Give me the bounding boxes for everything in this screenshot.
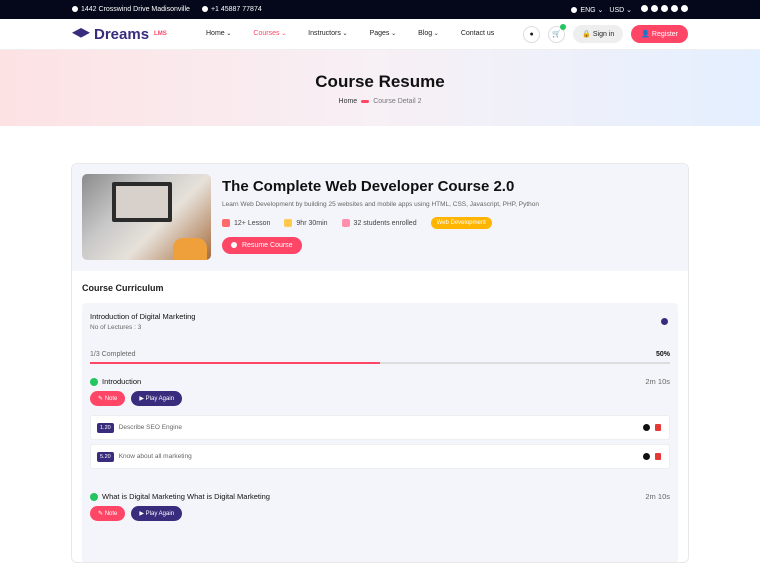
sub-lesson-title: Know about all marketing [118,453,192,460]
course-card: The Complete Web Developer Course 2.0 Le… [71,163,689,563]
users-icon [341,219,350,227]
page-header: Course Resume Home Course Detail 2 [0,50,760,126]
lesson-time: 2m 10s [645,377,670,386]
nav-instructors[interactable]: Instructors [308,30,347,37]
sub-lesson[interactable]: 5.20 Know about all marketing [90,444,670,469]
nav-pages[interactable]: Pages [370,30,397,37]
play-again-button[interactable]: ▶ Play Again [131,506,183,521]
nav-blog[interactable]: Blog [418,30,439,37]
clock-icon [284,219,293,227]
phone: +1 45887 77874 [201,6,262,13]
course-image [82,174,211,260]
course-description: Learn Web Development by building 25 web… [222,201,539,208]
lesson-count: 12+ Lesson [222,219,270,227]
signin-button[interactable]: 🔒 Sign in [573,25,624,43]
lesson-name[interactable]: What is Digital Marketing What is Digita… [102,492,270,501]
logo[interactable]: Dreams LMS [72,26,167,43]
view-icon[interactable] [643,453,650,460]
page-title: Course Resume [315,72,445,91]
lesson-item: Introduction 2m 10s ✎ Note ▶ Play Again … [90,377,670,469]
collapse-icon[interactable] [661,318,668,325]
nav-courses[interactable]: Courses [253,30,286,37]
flag-icon [571,6,578,13]
address: 1442 Crosswind Drive Madisonville [72,6,190,13]
trash-icon[interactable] [655,453,661,460]
breadcrumb-current: Course Detail 2 [373,98,422,105]
sub-lesson[interactable]: 1.20 Describe SEO Engine [90,415,670,440]
play-again-button[interactable]: ▶ Play Again [131,391,183,406]
lesson-item: What is Digital Marketing What is Digita… [90,492,670,521]
graduation-cap-icon [72,28,90,38]
language-select[interactable]: ENG ⌄ [571,6,603,14]
students-enrolled: 32 students enrolled [341,219,417,227]
youtube-icon[interactable] [671,5,678,12]
note-button[interactable]: ✎ Note [90,506,126,521]
note-button[interactable]: ✎ Note [90,391,126,406]
course-duration: 9hr 30min [284,219,328,227]
cart-badge [560,23,567,30]
currency-select[interactable]: USD ⌄ [609,6,632,14]
sub-lesson-number: 1.20 [97,422,114,433]
theme-toggle-button[interactable]: ● [523,25,541,43]
course-title: The Complete Web Developer Course 2.0 [222,178,515,195]
view-icon[interactable] [643,424,650,431]
play-circle-icon [90,377,98,386]
trash-icon[interactable] [655,424,661,431]
progress-bar [90,362,670,364]
play-circle-icon [90,492,98,501]
category-tag[interactable]: Web Development [430,217,492,229]
nav-home[interactable]: Home [206,30,231,37]
cart-button[interactable]: 🛒 [548,23,567,43]
play-icon [231,242,237,249]
lesson-time: 2m 10s [645,492,670,501]
instagram-icon[interactable] [651,5,658,12]
cart-icon: 🛒 [552,31,562,38]
register-button[interactable]: 👤 Register [631,25,688,43]
twitter-icon[interactable] [661,5,668,12]
lesson-name[interactable]: Introduction [102,377,141,386]
moon-icon: ● [529,30,534,38]
progress-percent: 50% [655,351,670,358]
sub-lesson-number: 5.20 [97,451,114,462]
topbar: 1442 Crosswind Drive Madisonville +1 458… [0,0,760,19]
nav-contact[interactable]: Contact us [461,30,494,37]
facebook-icon[interactable] [641,5,648,12]
progress-label: 1/3 Completed [90,351,136,358]
curriculum-section[interactable]: Introduction of Digital Marketing No of … [82,303,678,562]
book-icon [222,219,230,227]
curriculum-title: Course Curriculum [82,283,164,293]
resume-course-button[interactable]: Resume Course [222,237,302,254]
progress-fill [90,362,380,364]
navbar: DreamsLMS Home Courses Instructors Pages… [0,19,760,50]
section-title: Introduction of Digital Marketing [90,312,196,321]
breadcrumb: Home Course Detail 2 [0,98,760,105]
breadcrumb-home[interactable]: Home [339,98,358,105]
section-lectures: No of Lectures : 3 [90,324,142,331]
phone-icon [201,6,208,13]
progress-info: 1/3 Completed 50% [90,351,670,358]
location-icon [72,6,78,13]
linkedin-icon[interactable] [681,5,688,12]
sub-lesson-title: Describe SEO Engine [118,424,182,431]
